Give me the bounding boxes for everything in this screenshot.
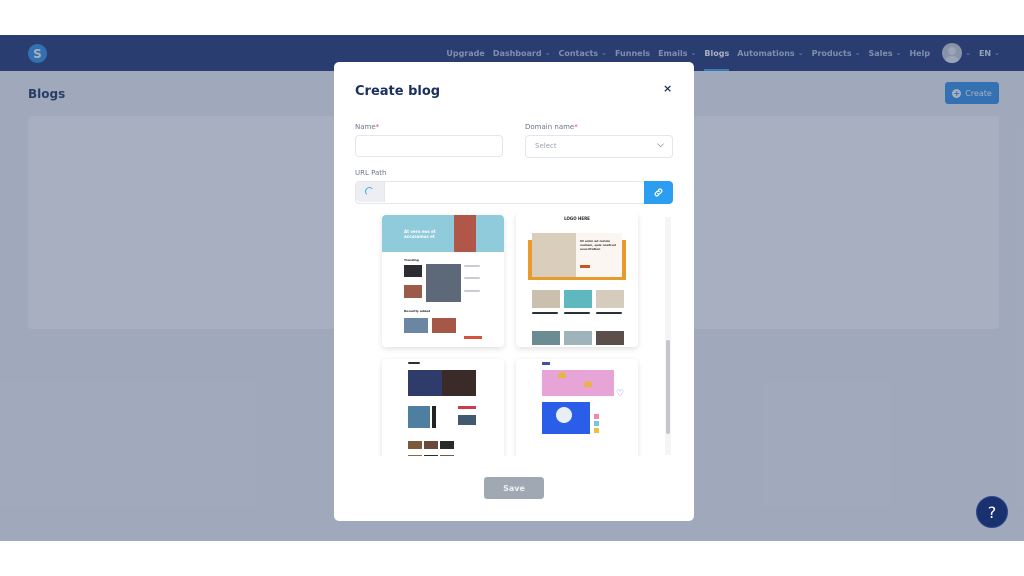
template-thumb bbox=[532, 290, 560, 308]
loading-spinner-icon bbox=[365, 187, 374, 196]
template-thumb bbox=[458, 415, 476, 425]
template-line bbox=[464, 277, 480, 279]
template-building-image bbox=[454, 215, 476, 252]
template-thumb bbox=[440, 455, 454, 456]
template-section-title: Trending bbox=[404, 258, 419, 262]
link-icon bbox=[654, 188, 663, 197]
template-feature-image bbox=[426, 264, 461, 302]
template-section-title: Recently added bbox=[404, 309, 431, 313]
template-hero-text: Ut enim ad minim veniam, quis nostrud ex… bbox=[580, 239, 616, 251]
template-thumb bbox=[408, 441, 422, 449]
template-button bbox=[464, 336, 482, 339]
template-thumb bbox=[594, 428, 599, 433]
template-thumb bbox=[424, 441, 438, 449]
create-blog-modal: Create blog × Name* Domain name* Select … bbox=[334, 62, 694, 521]
domain-label: Domain name* bbox=[525, 123, 578, 131]
template-shape bbox=[556, 407, 572, 423]
template-line bbox=[408, 362, 420, 364]
template-line bbox=[532, 312, 558, 314]
template-line bbox=[564, 312, 590, 314]
question-icon: ? bbox=[987, 502, 997, 522]
template-thumb bbox=[408, 406, 430, 428]
close-icon[interactable]: × bbox=[663, 82, 672, 95]
template-card-trending[interactable]: At vero eos et accusamus et Trending Rec… bbox=[382, 215, 504, 347]
name-label: Name* bbox=[355, 123, 379, 131]
template-shape bbox=[558, 372, 566, 378]
template-thumb bbox=[404, 318, 428, 333]
template-hero-image bbox=[408, 370, 442, 396]
select-placeholder: Select bbox=[535, 142, 557, 150]
template-line bbox=[464, 290, 480, 292]
modal-title: Create blog bbox=[355, 84, 441, 99]
template-thumb bbox=[440, 441, 454, 449]
help-button[interactable]: ? bbox=[976, 496, 1008, 528]
chevron-down-icon: ⌵ bbox=[657, 140, 664, 150]
template-thumb bbox=[408, 455, 422, 456]
template-thumb bbox=[564, 331, 592, 345]
url-prefix bbox=[356, 182, 385, 202]
template-card-magazine[interactable] bbox=[382, 359, 504, 456]
label-text: Name bbox=[355, 123, 376, 131]
template-thumb bbox=[596, 331, 624, 345]
template-shape bbox=[584, 381, 592, 387]
template-button bbox=[580, 265, 590, 268]
template-thumb bbox=[404, 285, 422, 298]
heart-icon: ♡ bbox=[616, 389, 625, 399]
required-mark: * bbox=[375, 123, 380, 131]
template-card-pastel[interactable]: ♡ bbox=[516, 359, 638, 456]
template-thumb bbox=[564, 290, 592, 308]
label-text: Domain name bbox=[525, 123, 575, 131]
link-button[interactable] bbox=[644, 181, 673, 204]
template-thumb bbox=[424, 455, 438, 456]
required-mark: * bbox=[574, 123, 578, 131]
template-thumb bbox=[432, 318, 456, 333]
template-line bbox=[464, 265, 480, 267]
template-logo bbox=[542, 362, 550, 365]
template-hero-text: At vero eos et accusamus et bbox=[404, 229, 436, 239]
template-beach-image bbox=[532, 233, 576, 277]
url-path-input[interactable] bbox=[355, 181, 647, 204]
template-card-logo-here[interactable]: LOGO HERE Ut enim ad minim veniam, quis … bbox=[516, 213, 638, 347]
domain-select[interactable]: Select ⌵ bbox=[525, 135, 673, 158]
template-thumb bbox=[596, 290, 624, 308]
template-gallery: At vero eos et accusamus et Trending Rec… bbox=[354, 213, 674, 456]
template-bar bbox=[458, 406, 476, 409]
template-thumb bbox=[594, 421, 599, 426]
template-thumb bbox=[532, 331, 560, 345]
name-input[interactable] bbox=[355, 135, 503, 157]
template-logo-text: LOGO HERE bbox=[564, 216, 590, 221]
template-scrollbar-thumb[interactable] bbox=[666, 340, 670, 434]
template-hero-image bbox=[442, 370, 476, 396]
save-button[interactable]: Save bbox=[484, 477, 544, 499]
template-thumb bbox=[404, 265, 422, 277]
template-line bbox=[596, 312, 622, 314]
url-path-label: URL Path bbox=[355, 169, 387, 177]
template-hero-image bbox=[542, 370, 614, 396]
template-thumb bbox=[432, 406, 436, 428]
template-thumb bbox=[594, 414, 599, 419]
